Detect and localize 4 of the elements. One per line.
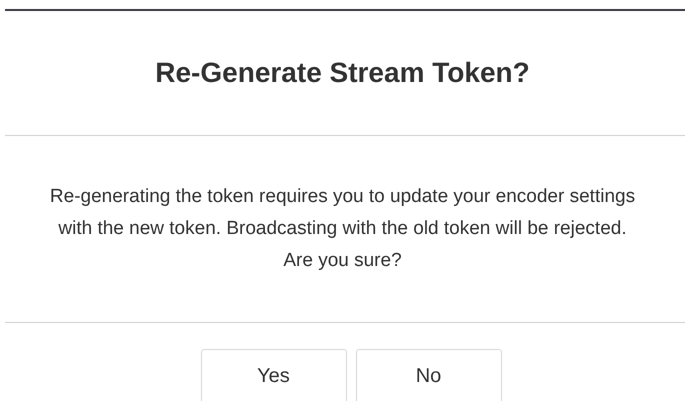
dialog-title: Re-Generate Stream Token? [155,59,530,87]
dialog-message: Re-generating the token requires you to update your encoder settings with the new token. Broadcasting with the old token will be rejected. Are you sure? [48,185,636,273]
dialog-button[interactable]: No [356,349,502,401]
dialog-button[interactable]: Yes [200,349,346,401]
